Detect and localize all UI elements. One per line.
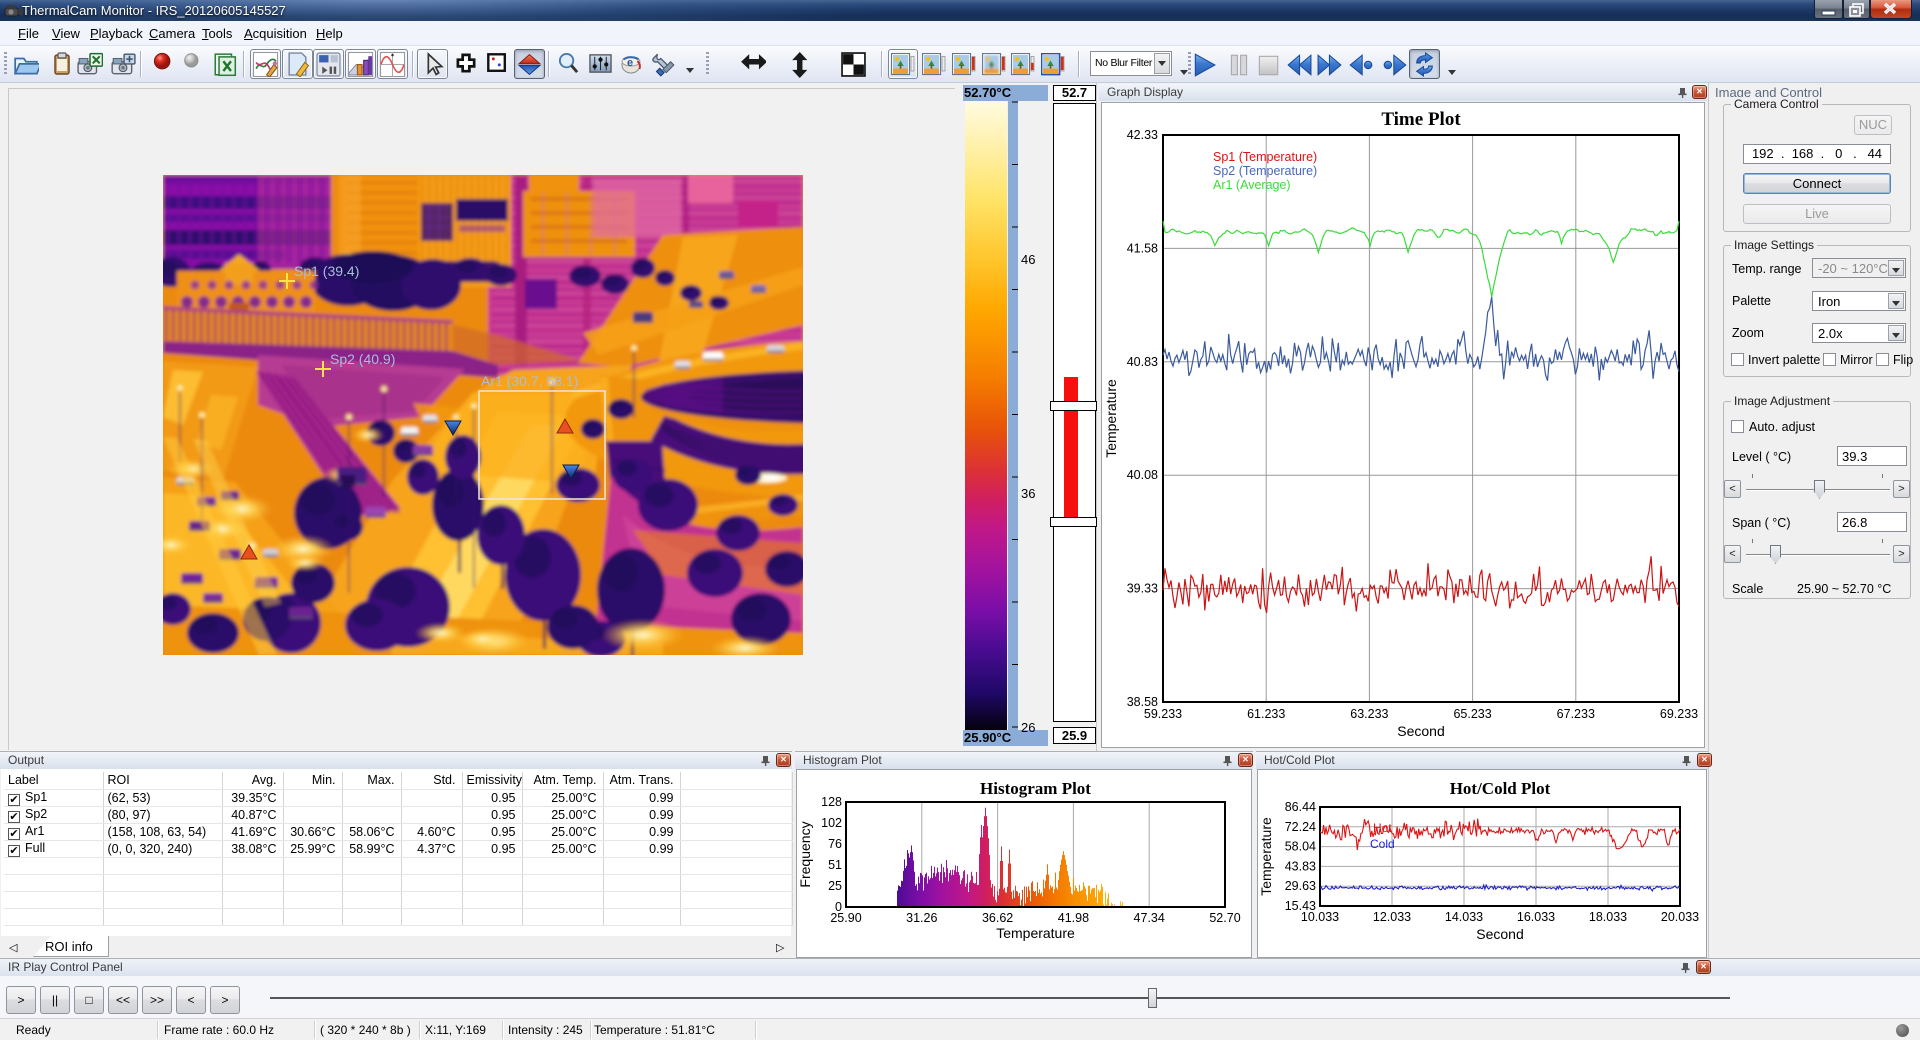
svg-text:36.62: 36.62 bbox=[982, 911, 1013, 925]
svg-text:Temperature: Temperature bbox=[996, 925, 1075, 941]
svg-text:59.233: 59.233 bbox=[1144, 707, 1182, 721]
svg-text:41.98: 41.98 bbox=[1058, 911, 1089, 925]
svg-text:31.26: 31.26 bbox=[906, 911, 937, 925]
svg-text:Hot: Hot bbox=[1373, 821, 1392, 835]
svg-text:72.24: 72.24 bbox=[1285, 820, 1316, 834]
svg-text:Histogram Plot: Histogram Plot bbox=[980, 779, 1091, 798]
svg-text:Ar1 (30.7, 58.1): Ar1 (30.7, 58.1) bbox=[481, 373, 578, 389]
svg-text:58.04: 58.04 bbox=[1285, 840, 1316, 854]
svg-text:14.033: 14.033 bbox=[1445, 910, 1483, 924]
svg-text:39.33: 39.33 bbox=[1127, 582, 1158, 596]
svg-text:Hot/Cold Plot: Hot/Cold Plot bbox=[1450, 779, 1551, 798]
svg-text:Ar1 (Average): Ar1 (Average) bbox=[1213, 178, 1291, 192]
svg-text:Frequency: Frequency bbox=[797, 821, 813, 887]
svg-text:76: 76 bbox=[828, 837, 842, 851]
svg-text:128: 128 bbox=[821, 795, 842, 809]
svg-text:52.70: 52.70 bbox=[1209, 911, 1240, 925]
svg-text:Time Plot: Time Plot bbox=[1381, 109, 1461, 130]
svg-text:10.033: 10.033 bbox=[1301, 910, 1339, 924]
svg-text:102: 102 bbox=[821, 816, 842, 830]
svg-text:67.233: 67.233 bbox=[1557, 707, 1595, 721]
svg-text:47.34: 47.34 bbox=[1134, 911, 1165, 925]
svg-text:51: 51 bbox=[828, 858, 842, 872]
svg-text:Sp2 (Temperature): Sp2 (Temperature) bbox=[1213, 164, 1317, 178]
svg-text:40.83: 40.83 bbox=[1127, 355, 1158, 369]
svg-text:41.58: 41.58 bbox=[1127, 241, 1158, 255]
svg-text:16.033: 16.033 bbox=[1517, 910, 1555, 924]
svg-text:12.033: 12.033 bbox=[1373, 910, 1411, 924]
svg-text:42.33: 42.33 bbox=[1127, 128, 1158, 142]
svg-text:25.90: 25.90 bbox=[830, 911, 861, 925]
svg-text:40.08: 40.08 bbox=[1127, 468, 1158, 482]
svg-text:25: 25 bbox=[828, 879, 842, 893]
svg-text:69.233: 69.233 bbox=[1660, 707, 1698, 721]
svg-text:Temperature: Temperature bbox=[1103, 379, 1119, 458]
svg-text:65.233: 65.233 bbox=[1453, 707, 1491, 721]
svg-text:Sp1 (39.4): Sp1 (39.4) bbox=[294, 263, 359, 279]
svg-text:43.83: 43.83 bbox=[1285, 859, 1316, 873]
svg-text:61.233: 61.233 bbox=[1247, 707, 1285, 721]
svg-text:86.44: 86.44 bbox=[1285, 800, 1316, 814]
svg-text:63.233: 63.233 bbox=[1350, 707, 1388, 721]
svg-text:29.63: 29.63 bbox=[1285, 879, 1316, 893]
svg-text:Cold: Cold bbox=[1370, 837, 1395, 851]
svg-text:Sp1 (Temperature): Sp1 (Temperature) bbox=[1213, 150, 1317, 164]
svg-text:Second: Second bbox=[1476, 926, 1523, 942]
svg-text:Second: Second bbox=[1397, 723, 1444, 739]
svg-text:e: e bbox=[627, 57, 633, 69]
svg-text:20.033: 20.033 bbox=[1661, 910, 1699, 924]
svg-text:Temperature: Temperature bbox=[1258, 817, 1274, 896]
svg-text:Sp2 (40.9): Sp2 (40.9) bbox=[330, 351, 395, 367]
svg-text:18.033: 18.033 bbox=[1589, 910, 1627, 924]
